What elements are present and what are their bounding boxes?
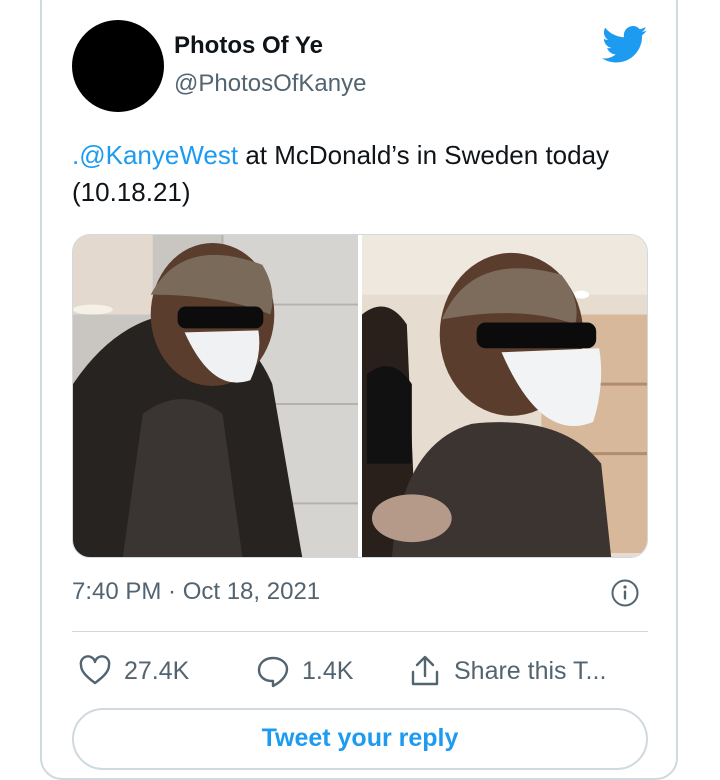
avatar[interactable] (72, 20, 164, 112)
reply-button[interactable]: 1.4K (256, 650, 353, 692)
like-button[interactable]: 27.4K (78, 650, 189, 692)
media-grid (72, 234, 648, 558)
like-count: 27.4K (124, 656, 190, 685)
twitter-bird-icon[interactable] (602, 26, 648, 64)
info-icon[interactable] (610, 578, 640, 608)
display-name[interactable]: Photos Of Ye (174, 32, 323, 60)
photo-right[interactable] (362, 235, 647, 557)
heart-icon (79, 655, 111, 685)
timestamp[interactable]: 7:40 PM · Oct 18, 2021 (72, 578, 320, 606)
reply-count: 1.4K (302, 656, 354, 685)
share-icon (411, 655, 439, 686)
tweet-reply-button[interactable]: Tweet your reply (72, 708, 648, 770)
share-label: Share this T... (454, 656, 607, 685)
photo-left[interactable] (73, 235, 358, 557)
tweet-text: .@KanyeWest at McDonald’s in Sweden toda… (72, 137, 662, 211)
mention-link[interactable]: .@KanyeWest (72, 140, 238, 170)
action-bar: 27.4K 1.4K Share this T... (72, 650, 648, 692)
divider (72, 631, 648, 632)
tweet-reply-label: Tweet your reply (261, 724, 459, 752)
reply-bubble-icon (257, 656, 289, 688)
handle[interactable]: @PhotosOfKanye (174, 70, 366, 98)
share-button[interactable]: Share this T... (408, 650, 606, 692)
